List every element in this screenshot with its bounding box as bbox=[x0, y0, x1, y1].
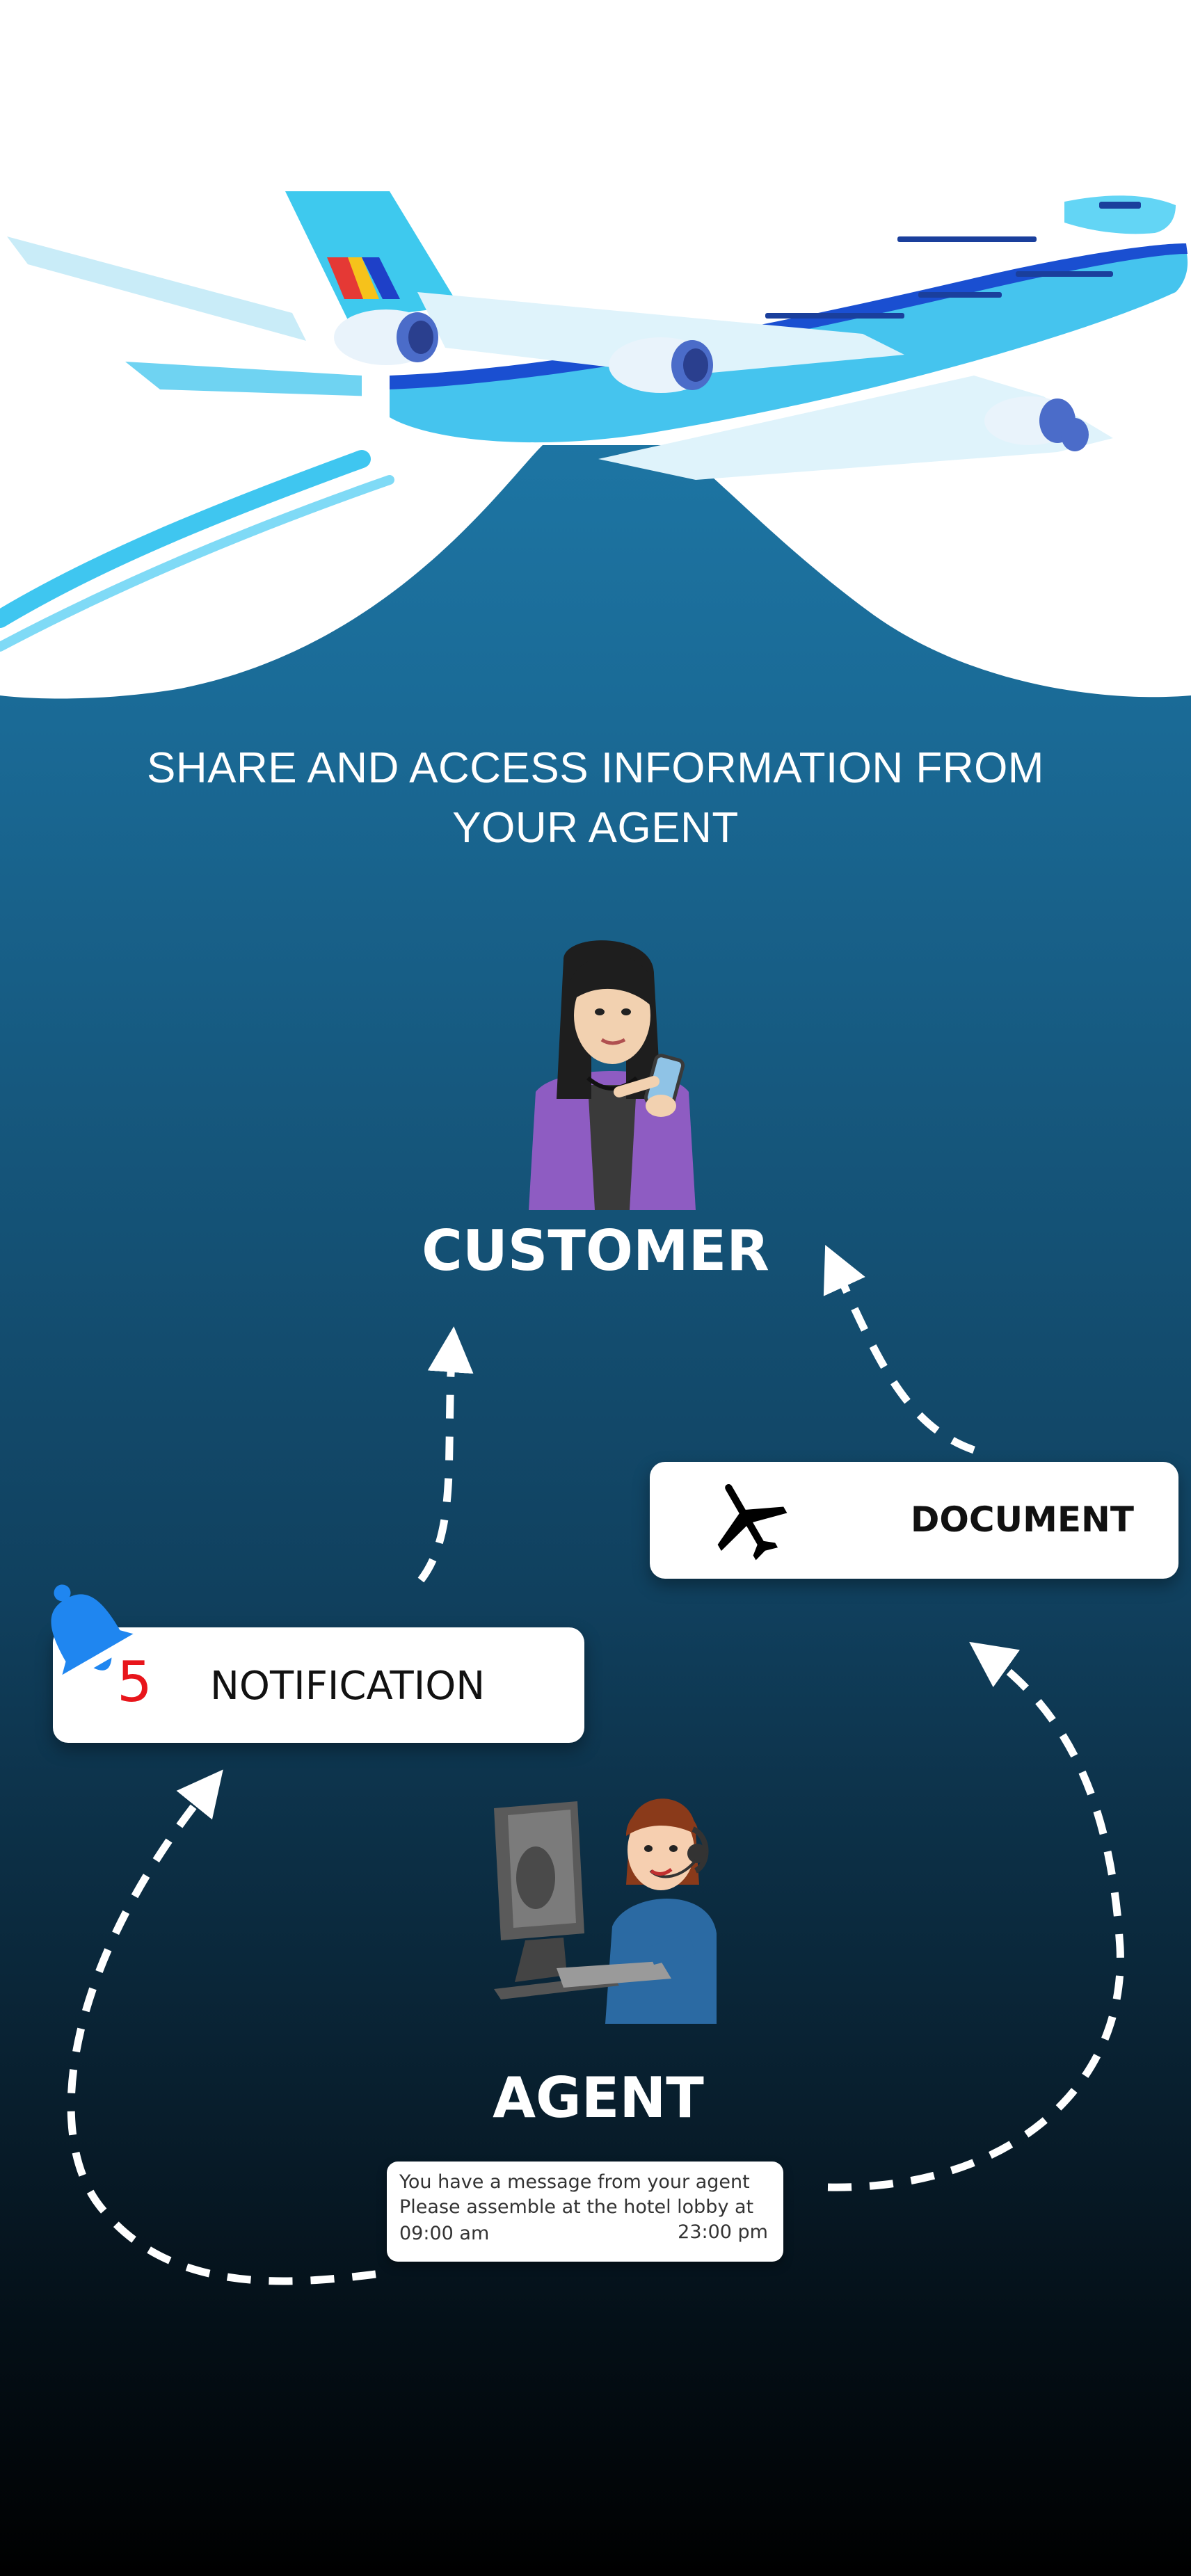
arrow-message-to-document bbox=[827, 1641, 1124, 2191]
agent-message-card[interactable]: You have a message from your agent Pleas… bbox=[387, 2162, 783, 2262]
headline-line-2: YOUR AGENT bbox=[452, 804, 739, 852]
airplane-illustration bbox=[0, 191, 1191, 652]
message-line-1: You have a message from your agent bbox=[399, 2171, 750, 2193]
bell-icon bbox=[51, 1584, 141, 1683]
document-label: DOCUMENT bbox=[910, 1499, 1134, 1540]
headline-line-1: SHARE AND ACCESS INFORMATION FROM bbox=[147, 744, 1044, 792]
agent-illustration bbox=[494, 1798, 717, 2024]
arrow-document-to-customer bbox=[823, 1245, 975, 1454]
customer-illustration bbox=[529, 940, 696, 1210]
airplane-icon bbox=[717, 1484, 788, 1561]
agent-label: AGENT bbox=[493, 2066, 704, 2130]
arrow-notification-to-customer bbox=[417, 1326, 474, 1583]
arrow-message-to-notification bbox=[67, 1769, 376, 2285]
message-timestamp: 23:00 pm bbox=[678, 2221, 768, 2243]
document-card[interactable]: DOCUMENT bbox=[650, 1462, 1178, 1579]
notification-label: NOTIFICATION bbox=[210, 1664, 486, 1709]
page-headline: SHARE AND ACCESS INFORMATION FROM YOUR A… bbox=[109, 739, 1082, 858]
message-line-2: Please assemble at the hotel lobby at bbox=[399, 2196, 754, 2218]
message-line-3: 09:00 am bbox=[399, 2223, 490, 2244]
